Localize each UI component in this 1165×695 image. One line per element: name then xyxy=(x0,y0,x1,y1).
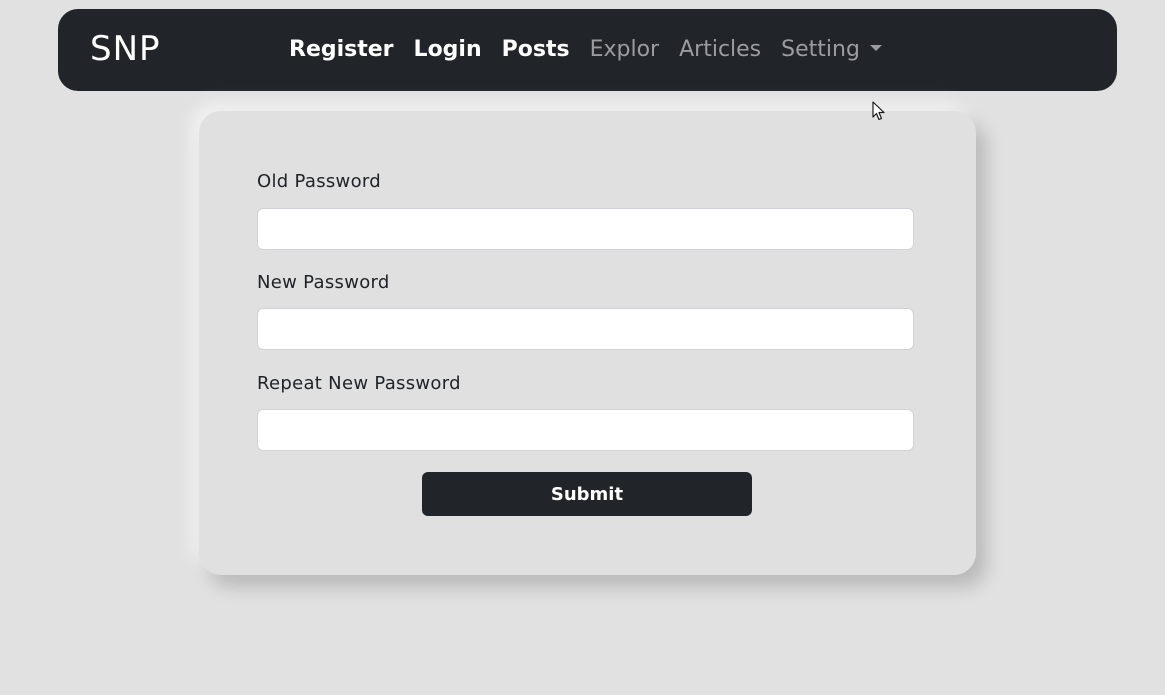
nav-item-setting-dropdown[interactable]: Setting xyxy=(781,37,882,63)
nav-item-register[interactable]: Register xyxy=(289,37,394,63)
nav-item-login[interactable]: Login xyxy=(414,37,482,63)
nav-item-explor[interactable]: Explor xyxy=(590,37,660,63)
navbar: SNP Register Login Posts Explor Articles… xyxy=(58,9,1117,91)
repeat-new-password-input[interactable] xyxy=(257,409,914,451)
change-password-card: Old Password New Password Repeat New Pas… xyxy=(199,111,976,575)
repeat-new-password-label: Repeat New Password xyxy=(257,373,461,394)
nav-item-articles[interactable]: Articles xyxy=(679,37,761,63)
mouse-pointer-icon xyxy=(872,101,885,121)
nav-item-setting-label: Setting xyxy=(781,37,860,62)
new-password-input[interactable] xyxy=(257,308,914,350)
new-password-label: New Password xyxy=(257,272,390,293)
old-password-input[interactable] xyxy=(257,208,914,250)
nav-menu: Register Login Posts Explor Articles Set… xyxy=(289,9,882,91)
nav-item-posts[interactable]: Posts xyxy=(502,37,570,63)
chevron-down-icon xyxy=(869,45,882,51)
old-password-label: Old Password xyxy=(257,171,381,192)
brand-logo[interactable]: SNP xyxy=(90,29,161,69)
submit-button[interactable]: Submit xyxy=(422,472,752,516)
